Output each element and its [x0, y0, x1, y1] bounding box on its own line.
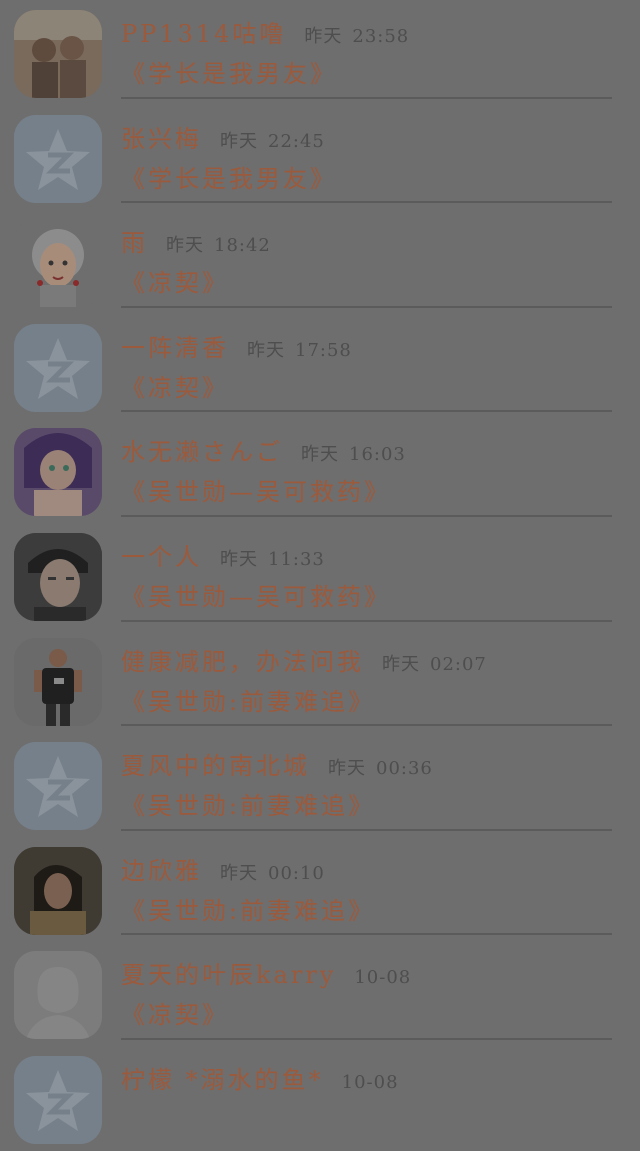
default-person-avatar-icon[interactable]: [14, 951, 102, 1040]
book-title[interactable]: 《学长是我男友》: [121, 54, 612, 89]
commenter-name[interactable]: 张兴梅: [121, 119, 202, 154]
commenter-name[interactable]: 一个人: [121, 537, 202, 572]
comment-time: 昨天 16:03: [301, 444, 406, 466]
qq-star-avatar-icon[interactable]: [14, 323, 102, 412]
book-title[interactable]: 《凉契》: [121, 263, 612, 298]
qq-star-avatar-icon[interactable]: [14, 742, 102, 831]
comment-time: 昨天 22:45: [220, 130, 325, 152]
photo-avatar-icon[interactable]: [14, 846, 102, 935]
photo-avatar-icon[interactable]: [14, 637, 102, 726]
comment-time: 昨天 18:42: [166, 235, 271, 257]
list-item[interactable]: 水无濑さんご 昨天 16:03 《吴世勋—吴可救药》: [0, 418, 640, 523]
comment-time: 10-08: [341, 1071, 399, 1093]
comment-time: 10-08: [354, 967, 412, 989]
commenter-name[interactable]: 边欣雅: [121, 851, 202, 886]
photo-avatar-icon[interactable]: [14, 532, 102, 621]
list-item[interactable]: 夏天的叶辰karry 10-08 《凉契》: [0, 941, 640, 1046]
commenter-name[interactable]: 一阵清香: [121, 328, 229, 363]
divider: [121, 933, 612, 936]
comment-time: 昨天 11:33: [220, 548, 325, 570]
book-title[interactable]: 《吴世勋:前妻难追》: [121, 786, 612, 821]
qq-star-avatar-icon[interactable]: [14, 114, 102, 203]
book-title[interactable]: 《凉契》: [121, 368, 612, 403]
commenter-name[interactable]: 夏天的叶辰karry: [121, 955, 336, 990]
list-item[interactable]: 健康减肥，办法问我 昨天 02:07 《吴世勋:前妻难追》: [0, 628, 640, 733]
qq-star-avatar-icon[interactable]: [14, 1055, 102, 1144]
commenter-name[interactable]: 健康减肥，办法问我: [121, 642, 364, 677]
divider: [121, 724, 612, 727]
commenter-name[interactable]: 水无濑さんご: [121, 432, 283, 467]
list-item[interactable]: 张兴梅 昨天 22:45 《学长是我男友》: [0, 105, 640, 210]
comment-time: 昨天 00:36: [328, 758, 433, 780]
comment-list: PP1314咕噜 昨天 23:58 《学长是我男友》 张兴梅 昨天 22:45 《学…: [0, 0, 640, 1151]
cartoon-avatar-icon[interactable]: [14, 219, 102, 308]
divider: [121, 828, 612, 831]
list-item[interactable]: 雨 昨天 18:42 《凉契》: [0, 209, 640, 314]
divider: [121, 410, 612, 413]
list-item[interactable]: 一个人 昨天 11:33 《吴世勋—吴可救药》: [0, 523, 640, 628]
list-item[interactable]: 一阵清香 昨天 17:58 《凉契》: [0, 314, 640, 419]
anime-avatar-icon[interactable]: [14, 428, 102, 517]
book-title[interactable]: 《凉契》: [121, 995, 612, 1030]
divider: [121, 1037, 612, 1040]
book-title[interactable]: 《吴世勋:前妻难追》: [121, 891, 612, 926]
commenter-name[interactable]: 柠檬 *溺水的鱼*: [121, 1060, 324, 1095]
list-item[interactable]: 夏风中的南北城 昨天 00:36 《吴世勋:前妻难追》: [0, 732, 640, 837]
comment-time: 昨天 17:58: [247, 339, 352, 361]
commenter-name[interactable]: 夏风中的南北城: [121, 746, 310, 781]
divider: [121, 514, 612, 517]
divider: [121, 96, 612, 99]
photo-avatar-icon[interactable]: [14, 10, 102, 98]
list-item[interactable]: 边欣雅 昨天 00:10 《吴世勋:前妻难追》: [0, 837, 640, 942]
divider: [121, 305, 612, 308]
list-item[interactable]: PP1314咕噜 昨天 23:58 《学长是我男友》: [0, 0, 640, 105]
comment-time: 昨天 02:07: [382, 653, 487, 675]
divider: [121, 201, 612, 204]
book-title[interactable]: 《吴世勋—吴可救药》: [121, 577, 612, 612]
commenter-name[interactable]: 雨: [121, 223, 148, 258]
book-title[interactable]: 《吴世勋:前妻难追》: [121, 682, 612, 717]
divider: [121, 619, 612, 622]
book-title[interactable]: 《吴世勋—吴可救药》: [121, 472, 612, 507]
book-title[interactable]: 《学长是我男友》: [121, 159, 612, 194]
comment-time: 昨天 00:10: [220, 862, 325, 884]
comment-time: 昨天 23:58: [304, 26, 410, 47]
commenter-name[interactable]: PP1314咕噜: [121, 14, 286, 49]
list-item[interactable]: 柠檬 *溺水的鱼* 10-08: [0, 1046, 640, 1151]
